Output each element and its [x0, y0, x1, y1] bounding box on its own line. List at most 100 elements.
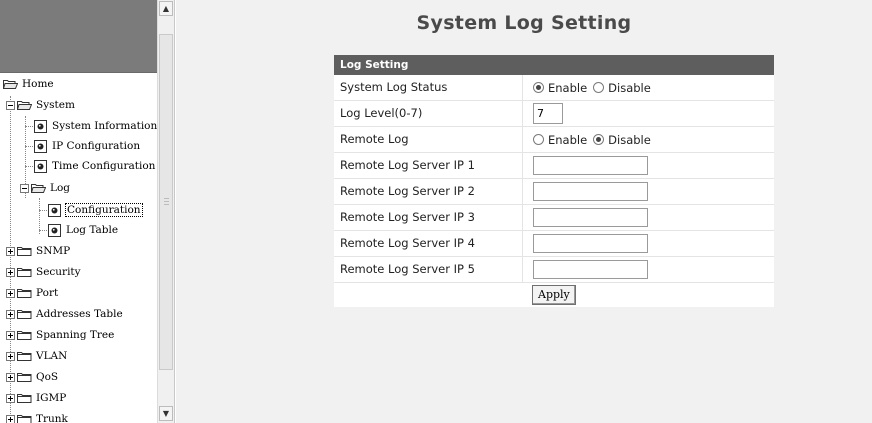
- status-enable-radio[interactable]: [533, 82, 544, 93]
- expand-icon[interactable]: [6, 267, 15, 277]
- tree-item-system[interactable]: System: [6, 95, 75, 115]
- remote-server-3-row: Remote Log Server IP 3: [334, 205, 774, 231]
- tree-connector: [39, 198, 40, 234]
- radio-label: Enable: [548, 132, 588, 147]
- tree-item-trunk[interactable]: Trunk: [6, 409, 68, 423]
- tree-item-port[interactable]: Port: [6, 283, 58, 303]
- tree-item-label: System Information: [52, 120, 158, 132]
- expand-icon[interactable]: [6, 351, 15, 361]
- collapse-icon[interactable]: [20, 183, 29, 193]
- scroll-down-button[interactable]: ▼: [159, 406, 173, 421]
- expand-icon[interactable]: [6, 288, 15, 298]
- remote-server-4-row: Remote Log Server IP 4: [334, 231, 774, 257]
- page-icon: [34, 119, 47, 133]
- remote-server-ip-3-input[interactable]: [533, 208, 648, 227]
- log-setting-form: Log Setting System Log Status Enable Dis…: [334, 55, 774, 307]
- system-log-status-row: System Log Status Enable Disable: [334, 75, 774, 101]
- tree-item-label: Configuration: [65, 203, 143, 217]
- field-label: Remote Log Server IP 4: [340, 236, 475, 250]
- open-folder-icon: [3, 79, 18, 89]
- folder-icon: [17, 393, 32, 403]
- field-label: Log Level(0-7): [340, 106, 423, 120]
- tree-item-addresses-table[interactable]: Addresses Table: [6, 304, 123, 324]
- tree-item-ip-configuration[interactable]: IP Configuration: [34, 136, 140, 156]
- remote-log-row: Remote Log Enable Disable: [334, 127, 774, 153]
- folder-icon: [17, 372, 32, 382]
- folder-icon: [17, 330, 32, 340]
- tree-item-spanning-tree[interactable]: Spanning Tree: [6, 325, 114, 345]
- tree-item-snmp[interactable]: SNMP: [6, 241, 70, 261]
- tree-connector: [25, 166, 33, 167]
- tree-item-system-information[interactable]: System Information: [34, 116, 157, 136]
- log-level-row: Log Level(0-7): [334, 101, 774, 127]
- remote-enable-radio[interactable]: [533, 134, 544, 145]
- scroll-up-button[interactable]: ▲: [159, 1, 173, 16]
- tree-item-configuration[interactable]: Configuration: [48, 200, 143, 220]
- field-label: Remote Log: [340, 132, 409, 146]
- tree-item-security[interactable]: Security: [6, 262, 81, 282]
- folder-icon: [17, 267, 32, 277]
- apply-row: Apply: [334, 283, 774, 307]
- open-folder-icon: [31, 183, 46, 193]
- logo-area: [0, 0, 157, 73]
- grip-line: [164, 201, 169, 202]
- tree-item-vlan[interactable]: VLAN: [6, 346, 67, 366]
- tree-connector: [25, 126, 33, 127]
- tree-connector: [25, 146, 33, 147]
- tree-item-time-configuration[interactable]: Time Configuration: [34, 156, 155, 176]
- tree-item-home[interactable]: Home: [3, 74, 54, 94]
- remote-server-5-row: Remote Log Server IP 5: [334, 257, 774, 283]
- radio-label: Enable: [548, 80, 588, 95]
- remote-server-ip-4-input[interactable]: [533, 234, 648, 253]
- radio-label: Disable: [608, 80, 651, 95]
- remote-server-ip-1-input[interactable]: [533, 156, 648, 175]
- folder-icon: [17, 351, 32, 361]
- remote-server-ip-5-input[interactable]: [533, 260, 648, 279]
- open-folder-icon: [17, 100, 32, 110]
- log-level-input[interactable]: [533, 103, 563, 124]
- section-header: Log Setting: [334, 55, 774, 75]
- expand-icon[interactable]: [6, 372, 15, 382]
- tree-item-label: IGMP: [36, 392, 67, 404]
- status-disable-radio[interactable]: [593, 82, 605, 93]
- tree-item-label: Spanning Tree: [36, 329, 115, 341]
- tree-item-label: Security: [36, 266, 81, 278]
- expand-icon[interactable]: [6, 330, 15, 340]
- scrollbar-thumb[interactable]: [159, 34, 173, 370]
- folder-icon: [17, 414, 32, 423]
- grip-line: [164, 198, 169, 199]
- tree-item-label: Home: [22, 78, 54, 90]
- page-icon: [48, 203, 61, 217]
- tree-item-label: IP Configuration: [52, 140, 141, 152]
- tree-item-label: VLAN: [36, 350, 68, 362]
- field-label: Remote Log Server IP 1: [340, 158, 475, 172]
- tree-item-label: SNMP: [36, 245, 71, 257]
- tree-item-log-table[interactable]: Log Table: [48, 220, 118, 240]
- field-label: System Log Status: [340, 80, 448, 94]
- expand-icon[interactable]: [6, 309, 15, 319]
- navigation-frame: Home System System Information IP Config…: [0, 0, 175, 423]
- tree-item-igmp[interactable]: IGMP: [6, 388, 66, 408]
- tree-connector: [39, 230, 47, 231]
- expand-icon[interactable]: [6, 414, 15, 423]
- remote-server-2-row: Remote Log Server IP 2: [334, 179, 774, 205]
- field-label: Remote Log Server IP 5: [340, 262, 475, 276]
- remote-server-ip-2-input[interactable]: [533, 182, 648, 201]
- chevron-down-icon: ▼: [162, 409, 170, 418]
- chevron-up-icon: ▲: [162, 4, 170, 13]
- page-icon: [34, 159, 47, 173]
- tree-item-label: System: [36, 99, 75, 111]
- page-title: System Log Setting: [416, 12, 632, 34]
- collapse-icon[interactable]: [6, 100, 15, 110]
- remote-disable-radio[interactable]: [593, 134, 605, 145]
- expand-icon[interactable]: [6, 393, 15, 403]
- tree-item-qos[interactable]: QoS: [6, 367, 58, 387]
- vertical-scrollbar[interactable]: ▲ ▼: [157, 0, 174, 423]
- tree-item-log[interactable]: Log: [20, 178, 70, 198]
- page-icon: [48, 223, 61, 237]
- expand-icon[interactable]: [6, 246, 15, 256]
- tree-item-label: Trunk: [36, 413, 68, 423]
- folder-icon: [17, 309, 32, 319]
- apply-button[interactable]: Apply: [532, 285, 576, 305]
- folder-icon: [17, 288, 32, 298]
